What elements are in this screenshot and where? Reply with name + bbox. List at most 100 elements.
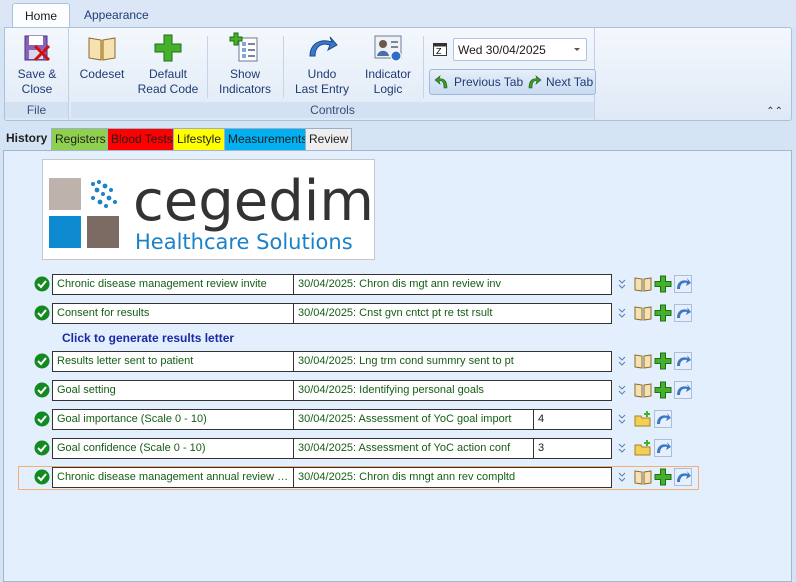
show-indicators-label-2: Indicators [218, 82, 272, 96]
entry-code[interactable]: 30/04/2025: Chron dis mgt ann review inv [293, 274, 612, 295]
separator [207, 36, 208, 98]
entry-label[interactable]: Chronic disease management annual review… [52, 467, 294, 488]
entry-code[interactable]: 30/04/2025: Cnst gvn cntct pt re tst rsu… [293, 303, 612, 324]
entry-label[interactable]: Goal importance (Scale 0 - 10) [52, 409, 294, 430]
separator [423, 36, 424, 98]
undo-icon[interactable] [654, 439, 672, 457]
check-icon [34, 411, 50, 427]
table-row[interactable]: Goal setting 30/04/2025: Identifying per… [30, 380, 696, 401]
show-indicators-label-1: Show [229, 67, 261, 81]
tab-review[interactable]: Review [305, 128, 353, 150]
tab-home[interactable]: Home [12, 3, 71, 28]
check-icon [34, 276, 50, 292]
collapse-ribbon-icon[interactable]: ⌃⌃ [766, 106, 783, 117]
entry-value[interactable]: 3 [533, 438, 612, 459]
entry-code[interactable]: 30/04/2025: Lng trm cond summry sent to … [293, 351, 612, 372]
date-picker[interactable]: Wed 30/04/2025 [453, 38, 587, 61]
table-row[interactable]: Goal confidence (Scale 0 - 10) 30/04/202… [30, 438, 696, 459]
save-close-icon [24, 35, 51, 62]
entry-label[interactable]: Goal setting [52, 380, 294, 401]
save-close-button[interactable]: Save & Close [13, 32, 61, 97]
separator [283, 36, 284, 98]
next-tab-label: Next Tab [546, 75, 594, 89]
tab-blood-tests[interactable]: Blood Tests [107, 128, 177, 150]
entry-code[interactable]: 30/04/2025: Identifying personal goals [293, 380, 612, 401]
expand-icon[interactable] [618, 470, 626, 484]
section-tab-bar: History Registers Blood Tests Lifestyle … [3, 128, 796, 150]
book-icon[interactable] [634, 304, 652, 322]
add-icon[interactable] [654, 381, 672, 399]
add-icon [154, 34, 182, 62]
undo-last-entry-button[interactable]: Undo Last Entry [291, 32, 353, 97]
generate-results-letter-link[interactable]: Click to generate results letter [62, 331, 234, 345]
entry-label[interactable]: Consent for results [52, 303, 294, 324]
check-icon [34, 469, 50, 485]
table-row[interactable]: Results letter sent to patient 30/04/202… [30, 351, 696, 372]
book-icon[interactable] [634, 381, 652, 399]
undo-icon[interactable] [674, 275, 692, 293]
ribbon: Save & Close File Codeset Default Read C… [4, 27, 792, 121]
default-read-code-button[interactable]: Default Read Code [135, 32, 201, 97]
table-row[interactable]: Chronic disease management annual review… [30, 467, 696, 488]
add-icon[interactable] [654, 468, 672, 486]
check-icon [34, 305, 50, 321]
entry-code[interactable]: 30/04/2025: Assessment of YoC action con… [293, 438, 534, 459]
expand-icon[interactable] [618, 441, 626, 455]
undo-icon[interactable] [674, 381, 692, 399]
add-icon[interactable] [654, 275, 672, 293]
table-row[interactable]: Goal importance (Scale 0 - 10) 30/04/202… [30, 409, 696, 430]
book-icon [88, 37, 116, 61]
undo-icon[interactable] [654, 410, 672, 428]
review-panel: cegedim Healthcare Solutions Click to ge… [3, 150, 792, 582]
book-icon[interactable] [634, 275, 652, 293]
expand-icon[interactable] [618, 354, 626, 368]
show-indicators-button[interactable]: Show Indicators [215, 32, 275, 97]
undo-icon[interactable] [674, 468, 692, 486]
indicators-icon [229, 32, 258, 62]
undo-label-1: Undo [307, 67, 337, 81]
save-close-label-2: Close [21, 82, 53, 96]
book-icon[interactable] [634, 352, 652, 370]
undo-icon[interactable] [674, 304, 692, 322]
add-icon[interactable] [654, 352, 672, 370]
entry-code[interactable]: 30/04/2025: Chron dis mngt ann rev compl… [293, 467, 612, 488]
save-close-label-1: Save & [17, 67, 57, 81]
entry-label[interactable]: Chronic disease management review invite [52, 274, 294, 295]
entry-code[interactable]: 30/04/2025: Assessment of YoC goal impor… [293, 409, 534, 430]
table-row[interactable]: Consent for results 30/04/2025: Cnst gvn… [30, 303, 696, 324]
tab-lifestyle[interactable]: Lifestyle [173, 128, 226, 150]
codeset-button[interactable]: Codeset [75, 32, 129, 82]
entry-label[interactable]: Results letter sent to patient [52, 351, 294, 372]
expand-icon[interactable] [618, 412, 626, 426]
add-folder-icon[interactable] [634, 410, 652, 428]
undo-icon[interactable] [674, 352, 692, 370]
check-icon [34, 382, 50, 398]
entry-label[interactable]: Goal confidence (Scale 0 - 10) [52, 438, 294, 459]
previous-tab-button[interactable]: Previous Tab [434, 70, 524, 94]
tab-appearance[interactable]: Appearance [72, 3, 161, 28]
default-read-code-label-2: Read Code [137, 82, 199, 96]
tab-measurements[interactable]: Measurements [224, 128, 312, 150]
table-row[interactable]: Chronic disease management review invite… [30, 274, 696, 295]
controls-group-label: Controls [71, 102, 594, 118]
book-icon[interactable] [634, 468, 652, 486]
indicator-logic-label-1: Indicator [364, 67, 412, 81]
expand-icon[interactable] [618, 277, 626, 291]
add-folder-icon[interactable] [634, 439, 652, 457]
expand-icon[interactable] [618, 383, 626, 397]
tab-registers[interactable]: Registers [51, 128, 110, 150]
chevron-down-icon[interactable] [574, 48, 580, 51]
logo-company: cegedim [133, 169, 374, 234]
tab-history[interactable]: History [3, 128, 50, 150]
undo-label-2: Last Entry [294, 82, 350, 96]
next-tab-button[interactable]: Next Tab [526, 70, 596, 94]
logo-tagline: Healthcare Solutions [135, 230, 353, 254]
logo-graphic: cegedim Healthcare Solutions [49, 169, 374, 254]
controls-group: Codeset Default Read Code Show Indicator… [71, 28, 596, 120]
entry-value[interactable]: 4 [533, 409, 612, 430]
previous-tab-label: Previous Tab [454, 75, 524, 89]
expand-icon[interactable] [618, 306, 626, 320]
indicator-logic-button[interactable]: Indicator Logic [359, 32, 417, 97]
undo-icon [309, 36, 338, 57]
add-icon[interactable] [654, 304, 672, 322]
